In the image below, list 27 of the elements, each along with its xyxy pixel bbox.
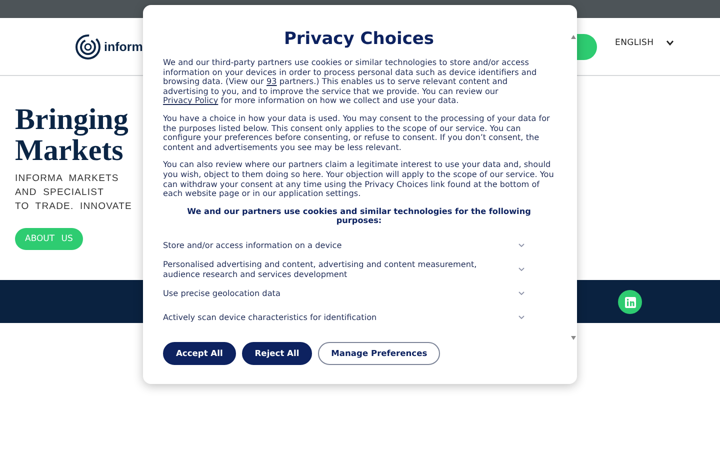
linkedin-icon: [624, 296, 636, 308]
intro-paragraph: We and our third-party partners use cookies or similar technologies to store and/or access information on your devices in order to process personal data such as device identifiers and browsing data. (View our 93 partners.) This enables us to serve relevant content and advertising to you, and to improve the service that we provide. You can review our Privacy Policy for more information on how we collect and use your data.: [163, 58, 538, 106]
preferences-button[interactable]: Manage Preferences: [318, 342, 440, 365]
scroll-down-icon[interactable]: [571, 336, 576, 340]
dialog-title: Privacy Choices: [282, 29, 436, 49]
consent-button[interactable]: Reject All: [242, 342, 312, 365]
linkedin-button[interactable]: [618, 290, 642, 314]
scroll-up-icon[interactable]: [571, 35, 576, 39]
purpose-item[interactable]: Store and/or access information on a device: [163, 241, 483, 251]
consent-button[interactable]: Accept All: [163, 342, 236, 365]
hero-title: Markets: [15, 135, 124, 166]
hero-subtitle: AND SPECIALIST: [15, 186, 104, 200]
purposes-heading: We and our partners use cookies and similar technologies for the following purposes:: [186, 206, 532, 226]
language-selector[interactable]: ENGLISH: [615, 38, 654, 48]
body-paragraph: You have a choice in how your data is used. You may consent to the processing of your data for the purposes listed below. This consent only applies to the scope of our service. You can configure your preferences before consenting, or refuse to consent. If you don’t consent, the content and advertisements you see may be less relevant.: [163, 114, 551, 152]
body-paragraph: You can also review where our partners claim a legitimate interest to use your data and, should you wish, object to them doing so here. Your objection will apply to the scope of our service. You can withdraw your consent at any time using the Privacy Choices link found at the bottom of each website page or in our application settings.: [163, 160, 555, 199]
hero-title: Bringing: [15, 104, 128, 135]
logo-icon: [75, 34, 101, 60]
logo-text: inform: [104, 40, 143, 54]
partners-link[interactable]: 93: [266, 76, 277, 86]
purpose-item[interactable]: Personalised advertising and content, advertising and content measurement, audience research and services development: [163, 260, 483, 280]
hero-subtitle: TO TRADE. INNOVATE: [15, 200, 132, 214]
purpose-item[interactable]: Actively scan device characteristics for identification: [163, 313, 483, 323]
privacy-policy-link[interactable]: Privacy Policy: [163, 95, 218, 106]
hero-subtitle: INFORMA MARKETS: [15, 172, 119, 186]
chevron-icon: [666, 40, 674, 46]
purpose-item[interactable]: Use precise geolocation data: [163, 289, 483, 299]
